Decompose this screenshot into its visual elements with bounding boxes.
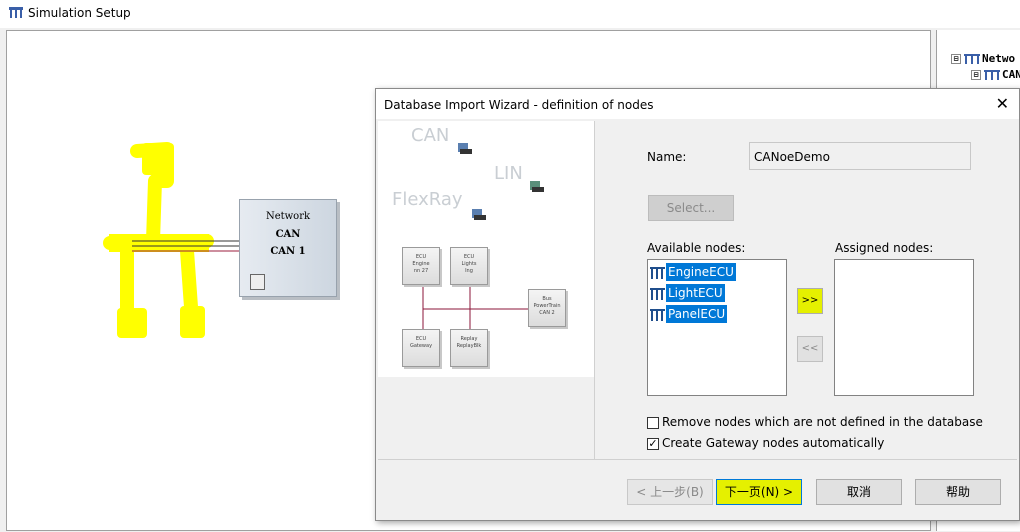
node-label: LightECU — [666, 284, 725, 302]
highlight-bus-bar — [109, 234, 209, 252]
name-label: Name: — [647, 150, 687, 164]
highlight-block-left — [117, 308, 147, 338]
highlight-block-top — [142, 143, 174, 175]
divider — [378, 459, 1017, 460]
remove-node-button[interactable]: << — [797, 336, 823, 362]
ecu-lights-thumbnail: ECU Lights Ing — [450, 247, 488, 285]
collapse-icon[interactable]: ⊟ — [951, 54, 961, 64]
assigned-nodes-list[interactable] — [834, 259, 974, 396]
network-block[interactable]: Network CAN CAN 1 — [239, 199, 337, 297]
remove-undefined-checkbox[interactable] — [647, 416, 659, 429]
available-nodes-label: Available nodes: — [647, 241, 746, 255]
node-icon — [650, 266, 665, 279]
ldf-file-icon — [530, 181, 544, 192]
list-item[interactable]: PanelECU — [650, 305, 728, 323]
network-icon — [9, 7, 23, 18]
node-label: EngineECU — [666, 263, 736, 281]
network-title: Network — [265, 211, 311, 222]
ecu-gateway-thumbnail: ECU Gateway — [402, 329, 440, 367]
help-button[interactable]: 帮助 — [915, 479, 1001, 505]
next-button[interactable]: 下一页(N) > — [716, 479, 802, 505]
available-nodes-list[interactable]: EngineECU LightECU PanelECU — [647, 259, 787, 396]
network-icon — [964, 54, 980, 64]
tree-item-label: CAN — [1002, 68, 1020, 81]
dbc-file-icon — [458, 143, 472, 154]
app-titlebar: Simulation Setup — [0, 0, 1020, 28]
node-label: PanelECU — [666, 305, 728, 323]
app-title: Simulation Setup — [28, 6, 131, 20]
cancel-button[interactable]: 取消 — [816, 479, 902, 505]
network-icon — [984, 70, 1000, 80]
assigned-nodes-label: Assigned nodes: — [835, 241, 934, 255]
import-wizard-dialog: Database Import Wizard - definition of n… — [375, 88, 1020, 521]
collapse-icon[interactable]: ⊟ — [971, 70, 981, 80]
tree-item-label: Netwo — [982, 52, 1016, 65]
create-gateway-option[interactable]: ✓ Create Gateway nodes automatically — [647, 435, 884, 451]
ecu-engine-thumbnail: ECU Engine nn 27 — [402, 247, 440, 285]
node-icon — [650, 308, 665, 321]
list-item[interactable]: EngineECU — [650, 263, 736, 281]
select-button[interactable]: Select... — [648, 195, 734, 221]
close-icon[interactable]: ✕ — [996, 94, 1009, 113]
network-bus: CAN — [275, 229, 301, 240]
add-node-button[interactable]: >> — [797, 288, 823, 314]
xml-file-icon — [472, 209, 486, 220]
create-gateway-checkbox[interactable]: ✓ — [647, 437, 659, 450]
list-item[interactable]: LightECU — [650, 284, 725, 302]
remove-undefined-label: Remove nodes which are not defined in th… — [662, 415, 983, 429]
dialog-titlebar: Database Import Wizard - definition of n… — [376, 89, 1019, 119]
tree-item-can[interactable]: ⊟ CAN — [971, 68, 1020, 81]
database-icon — [250, 274, 265, 290]
bus-illustration: CAN LIN FlexRay ECU Engine nn 27 ECU Lights… — [378, 121, 594, 377]
back-button[interactable]: < 上一步(B) — [627, 479, 713, 505]
create-gateway-label: Create Gateway nodes automatically — [662, 436, 885, 450]
ecu-powertrain-thumbnail: Bus PowerTrain CAN 2 — [528, 289, 566, 327]
remove-undefined-option[interactable]: Remove nodes which are not defined in th… — [647, 414, 983, 430]
tree-item-network[interactable]: ⊟ Netwo — [951, 52, 1015, 65]
dialog-title: Database Import Wizard - definition of n… — [384, 98, 654, 112]
node-icon — [650, 287, 665, 300]
divider — [594, 121, 595, 459]
network-channel: CAN 1 — [270, 246, 306, 257]
ecu-replay-thumbnail: Replay ReplayBlk — [450, 329, 488, 367]
name-field[interactable]: CANoeDemo — [749, 142, 971, 170]
highlight-block-right — [180, 306, 205, 338]
